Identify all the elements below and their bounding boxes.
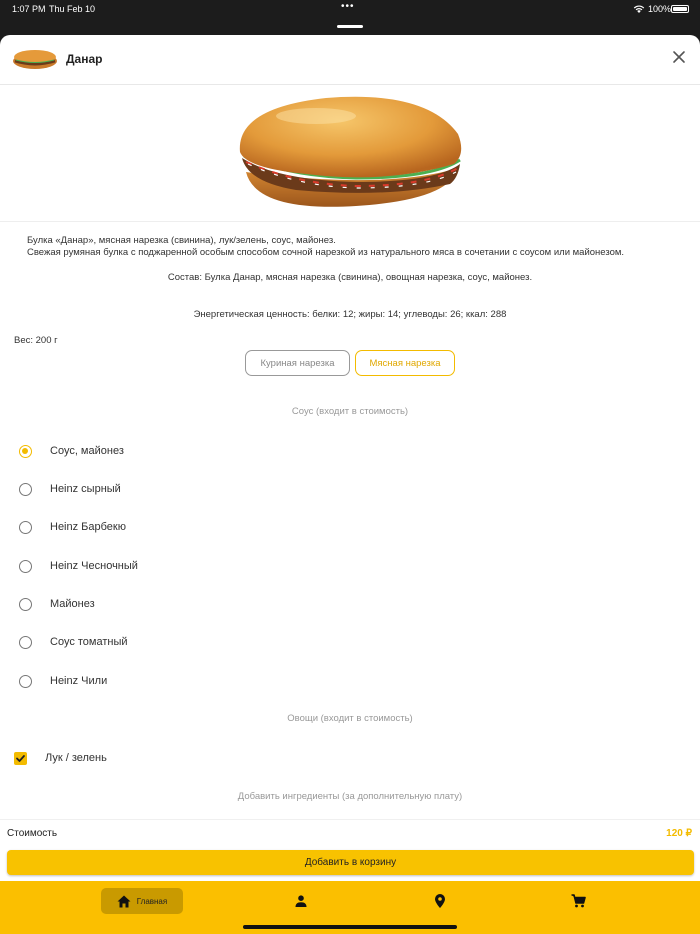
location-pin-icon	[435, 894, 445, 908]
product-energy: Энергетическая ценность: белки: 12; жиры…	[193, 309, 507, 320]
sauce-option[interactable]: Heinz Чили	[0, 666, 700, 696]
vegetable-option-label: Лук / зелень	[45, 752, 107, 764]
product-composition: Состав: Булка Данар, мясная нарезка (сви…	[167, 272, 533, 283]
sheet-footer: Стоимость 120 ₽ Добавить в корзину	[0, 819, 700, 881]
radio-icon[interactable]	[19, 635, 32, 649]
sauce-option[interactable]: Heinz Барбекю	[0, 512, 700, 542]
product-weight: Вес: 200 г	[14, 335, 58, 346]
wifi-icon	[633, 5, 645, 13]
tab-home-label: Главная	[136, 896, 168, 906]
status-bar: 1:07 PM Thu Feb 10 ••• 100%	[0, 0, 700, 18]
tab-cart[interactable]	[567, 888, 589, 914]
radio-icon[interactable]	[19, 520, 32, 534]
home-icon	[117, 895, 131, 907]
sauce-option[interactable]: Соус, майонез	[0, 436, 700, 466]
sauce-option-label: Соус томатный	[50, 636, 128, 648]
sauce-option-label: Heinz Чесночный	[50, 560, 138, 572]
person-icon	[295, 895, 307, 907]
product-image	[239, 96, 462, 207]
battery-percent: 100%	[648, 4, 672, 14]
radio-icon[interactable]	[19, 482, 32, 496]
tab-profile[interactable]	[290, 888, 312, 914]
sauce-option[interactable]: Соус томатный	[0, 627, 700, 657]
product-thumbnail	[13, 50, 57, 69]
status-time: 1:07 PM	[12, 4, 46, 14]
variant-meat-button[interactable]: Мясная нарезка	[355, 350, 455, 376]
description-line-1: Булка «Данар», мясная нарезка (свинина),…	[27, 235, 336, 246]
sheet-header: Данар	[0, 35, 700, 85]
radio-icon[interactable]	[19, 597, 32, 611]
extras-section-title: Добавить ингредиенты (за дополнительную …	[237, 791, 463, 802]
sauce-option-label: Соус, майонез	[50, 445, 124, 457]
product-description: Булка «Данар», мясная нарезка (свинина),…	[27, 235, 687, 259]
radio-icon[interactable]	[19, 559, 32, 573]
sauce-option[interactable]: Майонез	[0, 589, 700, 619]
radio-icon[interactable]	[19, 674, 32, 688]
home-indicator	[243, 925, 457, 929]
sauce-section-title: Соус (входит в стоимость)	[291, 406, 409, 417]
sheet-grabber[interactable]	[337, 25, 363, 28]
sauce-option[interactable]: Heinz сырный	[0, 474, 700, 504]
cart-icon	[571, 894, 586, 908]
variant-chicken-button[interactable]: Куриная нарезка	[245, 350, 350, 376]
radio-selected-icon[interactable]	[19, 444, 32, 458]
sauce-option-label: Heinz Чили	[50, 675, 108, 687]
product-sheet: Данар Булка «Данар», мясная нарезка (сви…	[0, 35, 700, 881]
status-date: Thu Feb 10	[49, 4, 96, 14]
checkbox-checked-icon[interactable]	[14, 752, 27, 765]
product-title: Данар	[66, 52, 103, 66]
product-image-area	[0, 86, 700, 222]
add-to-cart-button[interactable]: Добавить в корзину	[7, 850, 694, 875]
tab-location[interactable]	[429, 888, 451, 914]
sauce-option[interactable]: Heinz Чесночный	[0, 551, 700, 581]
vegetable-option[interactable]: Лук / зелень	[0, 743, 700, 773]
multitasking-dots-icon[interactable]: •••	[341, 1, 355, 12]
sauce-option-label: Heinz сырный	[50, 483, 121, 495]
sauce-option-label: Майонез	[50, 598, 95, 610]
tab-home[interactable]: Главная	[101, 888, 183, 914]
description-line-2: Свежая румяная булка с поджаренной особы…	[27, 247, 625, 258]
close-icon[interactable]	[670, 48, 688, 66]
battery-icon	[671, 5, 689, 13]
sauce-option-label: Heinz Барбекю	[50, 521, 126, 533]
price-value: 120 ₽	[666, 828, 692, 839]
vegetables-section-title: Овощи (входит в стоимость)	[287, 713, 413, 724]
price-label: Стоимость	[7, 828, 58, 839]
